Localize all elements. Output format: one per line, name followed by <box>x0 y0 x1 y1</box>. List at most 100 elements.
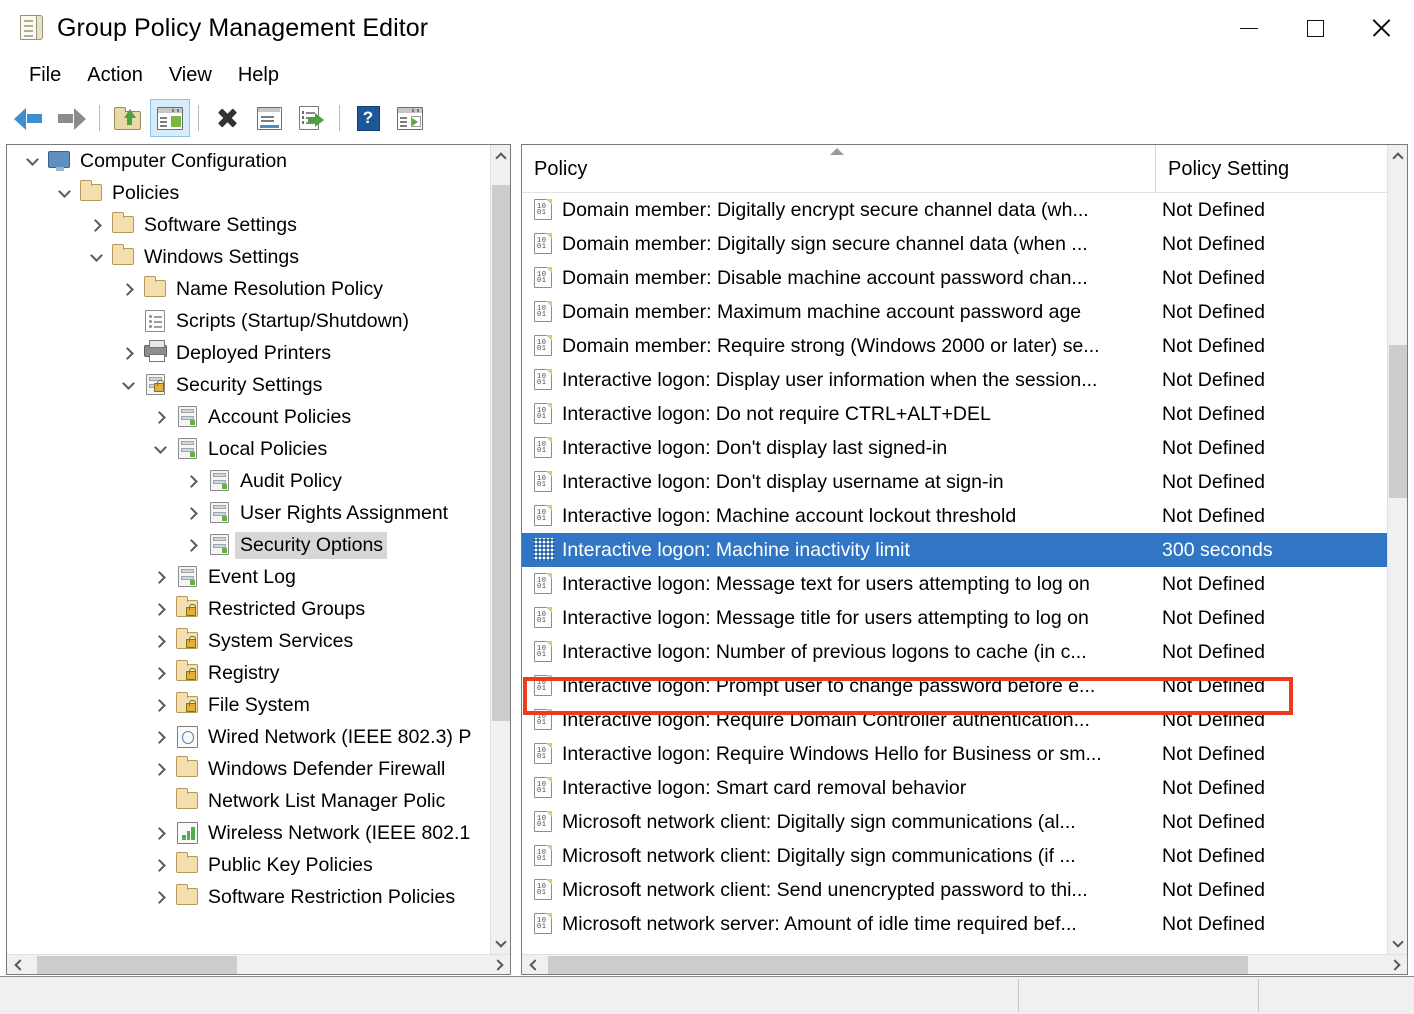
table-row[interactable]: 10 01 Interactive logon: Number of previou… <box>522 635 1387 669</box>
expand-chevron-icon[interactable] <box>147 401 173 433</box>
tree-item-name-resolution-policy[interactable]: Name Resolution Policy <box>7 273 491 305</box>
tree-item-network-list-manager-polic[interactable]: Network List Manager Polic <box>7 785 491 817</box>
collapse-chevron-icon[interactable] <box>147 433 173 465</box>
tree-scroll-right-button[interactable] <box>488 955 510 974</box>
delete-button[interactable] <box>207 99 247 137</box>
tree-item-software-settings[interactable]: Software Settings <box>7 209 491 241</box>
column-header-policy[interactable]: Policy <box>522 145 1156 193</box>
list-scroll-left-button[interactable] <box>522 955 544 974</box>
tree-horizontal-scrollbar[interactable] <box>7 954 510 974</box>
expand-chevron-icon[interactable] <box>147 753 173 785</box>
table-row[interactable]: 10 01 Domain member: Disable machine accou… <box>522 261 1387 295</box>
show-filter-button[interactable] <box>390 99 430 137</box>
table-row[interactable]: 10 01 Interactive logon: Prompt user to ch… <box>522 669 1387 703</box>
export-list-button[interactable] <box>291 99 331 137</box>
tree-item-file-system[interactable]: File System <box>7 689 491 721</box>
minimize-button[interactable] <box>1216 0 1282 56</box>
help-button[interactable]: ? <box>348 99 388 137</box>
expand-chevron-icon[interactable] <box>179 529 205 561</box>
expand-chevron-icon[interactable] <box>147 817 173 849</box>
tree-item-security-options[interactable]: Security Options <box>7 529 491 561</box>
tree-item-wireless-network-ieee-802-1[interactable]: Wireless Network (IEEE 802.1 <box>7 817 491 849</box>
table-row[interactable]: 10 01 Interactive logon: Don't display las… <box>522 431 1387 465</box>
tree-item-system-services[interactable]: System Services <box>7 625 491 657</box>
expand-chevron-icon[interactable] <box>147 657 173 689</box>
tree-vertical-scroll-thumb[interactable] <box>492 185 510 721</box>
collapse-chevron-icon[interactable] <box>115 369 141 401</box>
list-scroll-up-button[interactable] <box>1388 145 1407 167</box>
tree-item-windows-defender-firewall[interactable]: Windows Defender Firewall <box>7 753 491 785</box>
tree-item-wired-network-ieee-802-3-p[interactable]: Wired Network (IEEE 802.3) P <box>7 721 491 753</box>
table-row[interactable]: 10 01 Domain member: Digitally sign secure… <box>522 227 1387 261</box>
expand-chevron-icon[interactable] <box>147 561 173 593</box>
expand-chevron-icon[interactable] <box>147 625 173 657</box>
up-one-level-button[interactable] <box>108 99 148 137</box>
expand-chevron-icon[interactable] <box>115 273 141 305</box>
tree-item-account-policies[interactable]: Account Policies <box>7 401 491 433</box>
table-row[interactable]: 10 01 Interactive logon: Require Windows H… <box>522 737 1387 771</box>
table-row[interactable]: 10 01 Domain member: Digitally encrypt sec… <box>522 193 1387 227</box>
tree-item-restricted-groups[interactable]: Restricted Groups <box>7 593 491 625</box>
tree-horizontal-scroll-thumb[interactable] <box>37 956 237 974</box>
tree-scroll-up-button[interactable] <box>491 145 510 167</box>
tree-scroll-down-button[interactable] <box>491 932 510 954</box>
table-row[interactable]: 10 01 Interactive logon: Message text for … <box>522 567 1387 601</box>
table-row[interactable]: 10 01 Microsoft network client: Send unenc… <box>522 873 1387 907</box>
expand-chevron-icon[interactable] <box>147 689 173 721</box>
collapse-chevron-icon[interactable] <box>19 145 45 177</box>
properties-button[interactable] <box>249 99 289 137</box>
tree-item-user-rights-assignment[interactable]: User Rights Assignment <box>7 497 491 529</box>
expand-chevron-icon[interactable] <box>147 849 173 881</box>
tree-item-computer-configuration[interactable]: Computer Configuration <box>7 145 491 177</box>
tree-item-security-settings[interactable]: Security Settings <box>7 369 491 401</box>
close-button[interactable] <box>1348 0 1414 56</box>
table-row[interactable]: 10 01 Microsoft network client: Digitally … <box>522 839 1387 873</box>
policy-list-rows[interactable]: 10 01 Domain member: Digitally encrypt sec… <box>522 193 1387 934</box>
show-hide-console-tree-button[interactable] <box>150 99 190 137</box>
table-row[interactable]: 10 01 Interactive logon: Message title for… <box>522 601 1387 635</box>
tree-item-policies[interactable]: Policies <box>7 177 491 209</box>
list-scroll-down-button[interactable] <box>1388 932 1407 954</box>
tree-item-scripts-startup-shutdown[interactable]: Scripts (Startup/Shutdown) <box>7 305 491 337</box>
back-button[interactable] <box>9 99 49 137</box>
table-row[interactable]: Interactive logon: Machine inactivity li… <box>522 533 1387 567</box>
expand-chevron-icon[interactable] <box>147 721 173 753</box>
list-scroll-right-button[interactable] <box>1385 955 1407 974</box>
tree-item-registry[interactable]: Registry <box>7 657 491 689</box>
tree-item-public-key-policies[interactable]: Public Key Policies <box>7 849 491 881</box>
tree-vertical-scrollbar[interactable] <box>490 145 510 954</box>
list-vertical-scroll-thumb[interactable] <box>1389 345 1407 498</box>
table-row[interactable]: 10 01 Domain member: Require strong (Windo… <box>522 329 1387 363</box>
menu-action[interactable]: Action <box>74 61 156 90</box>
expand-chevron-icon[interactable] <box>147 593 173 625</box>
list-horizontal-scroll-thumb[interactable] <box>548 956 1248 974</box>
tree-item-audit-policy[interactable]: Audit Policy <box>7 465 491 497</box>
tree-scroll-left-button[interactable] <box>7 955 29 974</box>
expand-chevron-icon[interactable] <box>147 881 173 913</box>
table-row[interactable]: 10 01 Interactive logon: Require Domain Co… <box>522 703 1387 737</box>
expand-chevron-icon[interactable] <box>179 465 205 497</box>
column-header-policy-setting[interactable]: Policy Setting <box>1156 145 1387 193</box>
table-row[interactable]: 10 01 Microsoft network client: Digitally … <box>522 805 1387 839</box>
menu-file[interactable]: File <box>16 61 74 90</box>
table-row[interactable]: 10 01 Interactive logon: Do not require CT… <box>522 397 1387 431</box>
table-row[interactable]: 10 01 Interactive logon: Machine account l… <box>522 499 1387 533</box>
table-row[interactable]: 10 01 Interactive logon: Smart card remova… <box>522 771 1387 805</box>
expand-chevron-icon[interactable] <box>83 209 109 241</box>
tree-item-windows-settings[interactable]: Windows Settings <box>7 241 491 273</box>
tree-item-deployed-printers[interactable]: Deployed Printers <box>7 337 491 369</box>
maximize-button[interactable] <box>1282 0 1348 56</box>
list-horizontal-scrollbar[interactable] <box>522 954 1407 974</box>
tree-scroll-viewport[interactable]: Computer Configuration Policies Software S… <box>7 145 491 935</box>
table-row[interactable]: 10 01 Interactive logon: Display user info… <box>522 363 1387 397</box>
tree-item-event-log[interactable]: Event Log <box>7 561 491 593</box>
expand-chevron-icon[interactable] <box>115 337 141 369</box>
collapse-chevron-icon[interactable] <box>83 241 109 273</box>
table-row[interactable]: 10 01 Domain member: Maximum machine accou… <box>522 295 1387 329</box>
tree-item-local-policies[interactable]: Local Policies <box>7 433 491 465</box>
list-vertical-scrollbar[interactable] <box>1387 145 1407 954</box>
forward-button[interactable] <box>51 99 91 137</box>
menu-help[interactable]: Help <box>225 61 292 90</box>
table-row[interactable]: 10 01 Microsoft network server: Amount of … <box>522 907 1387 934</box>
tree-item-software-restriction-policies[interactable]: Software Restriction Policies <box>7 881 491 913</box>
